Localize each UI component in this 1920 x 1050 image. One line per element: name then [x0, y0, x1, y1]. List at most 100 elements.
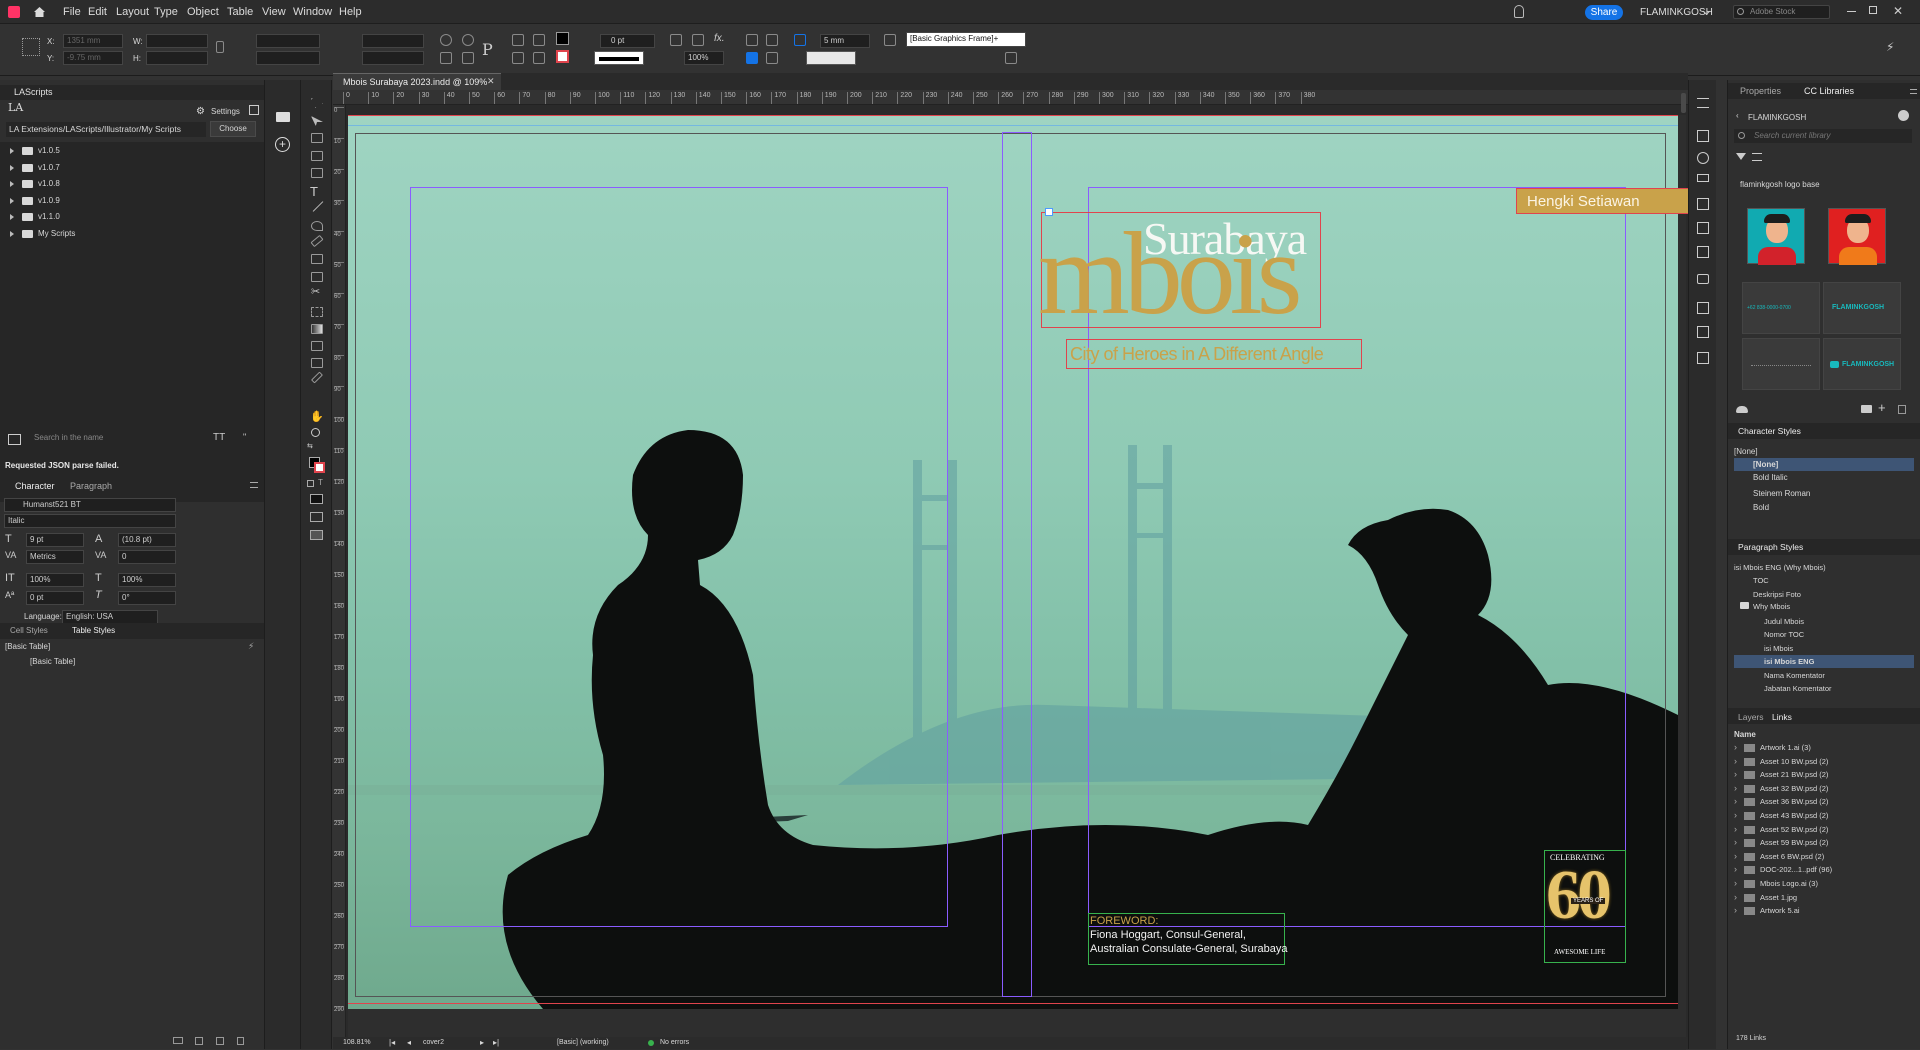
- swatches-panel-icon[interactable]: [1697, 246, 1709, 258]
- language-select[interactable]: English: USA: [62, 610, 158, 624]
- rotate-cw-icon[interactable]: [440, 34, 452, 46]
- menu-view[interactable]: View: [262, 6, 286, 18]
- grid-icon[interactable]: [746, 52, 758, 64]
- horizontal-ruler[interactable]: 0 10 20 30 40 50 60 70 80 90 100 110 120 130 140 150 160…: [333, 90, 1688, 105]
- document-tab[interactable]: Mbois Surabaya 2023.indd @ 109% ✕: [333, 73, 501, 90]
- folder-panel-icon[interactable]: [276, 112, 290, 122]
- skew-field[interactable]: 0°: [118, 591, 176, 605]
- panel-menu-icon[interactable]: [1910, 89, 1917, 94]
- expand-icon[interactable]: ›: [1734, 769, 1737, 779]
- paragraph-style-item[interactable]: isi Mbois ENG: [1764, 657, 1814, 666]
- menu-object[interactable]: Object: [187, 6, 219, 18]
- scale-x-field[interactable]: [256, 34, 320, 48]
- tab-properties[interactable]: Properties: [1740, 86, 1781, 96]
- text-wrap-icon[interactable]: [746, 34, 758, 46]
- distribute-icon[interactable]: [533, 34, 545, 46]
- expand-icon[interactable]: [10, 148, 14, 154]
- quick-apply-icon[interactable]: ⚡: [248, 641, 254, 652]
- corner-size-field[interactable]: 5 mm: [820, 34, 870, 48]
- folder-item[interactable]: v1.0.9: [38, 196, 60, 205]
- gap-tool-icon[interactable]: [311, 151, 323, 161]
- character-style-item[interactable]: Bold: [1753, 503, 1769, 512]
- lightbulb-icon[interactable]: [1514, 5, 1524, 18]
- effects-panel-icon[interactable]: [1697, 326, 1709, 338]
- paragraph-style-item[interactable]: Judul Mbois: [1764, 617, 1804, 626]
- apply-color-icon[interactable]: [310, 494, 323, 504]
- rotate-ccw-icon[interactable]: [462, 34, 474, 46]
- paragraph-style-item[interactable]: Deskripsi Foto: [1753, 590, 1801, 599]
- expand-icon[interactable]: ›: [1734, 796, 1737, 806]
- scissors-tool-icon[interactable]: ✂: [311, 285, 320, 298]
- paragraph-style-item[interactable]: Nama Komentator: [1764, 671, 1825, 680]
- menu-type[interactable]: Type: [154, 6, 178, 18]
- eyedropper-tool-icon[interactable]: [310, 371, 324, 384]
- gradient-feather-tool-icon[interactable]: [311, 341, 323, 351]
- link-row[interactable]: › Artwork 1.ai (3): [1728, 742, 1920, 755]
- opacity-field[interactable]: 100%: [684, 51, 724, 65]
- vertical-ruler[interactable]: 0 10 20 30 40 50 60 70 80 90 100 110 120 130 140 150 160…: [333, 105, 346, 1049]
- vertical-scrollbar[interactable]: [1681, 93, 1686, 113]
- w-field[interactable]: [146, 34, 208, 48]
- character-style-item[interactable]: Bold Italic: [1753, 473, 1788, 482]
- link-row[interactable]: › Asset 10 BW.psd (2): [1728, 756, 1920, 769]
- rectangle-tool-icon[interactable]: [311, 272, 323, 282]
- avatar-red-thumbnail[interactable]: [1828, 208, 1886, 265]
- gear-icon[interactable]: ⚙: [196, 106, 205, 117]
- clear-overrides-icon[interactable]: [1005, 52, 1017, 64]
- expand-icon[interactable]: [10, 198, 14, 204]
- expand-icon[interactable]: ›: [1734, 905, 1737, 915]
- scale-y-field[interactable]: [256, 51, 320, 65]
- link-row[interactable]: › Asset 6 BW.psd (2): [1728, 851, 1920, 864]
- expand-icon[interactable]: [10, 231, 14, 237]
- selection-tool-icon[interactable]: [311, 98, 323, 108]
- menu-window[interactable]: Window: [293, 6, 332, 18]
- align-center-icon[interactable]: [512, 52, 524, 64]
- first-page-icon[interactable]: |◂: [389, 1038, 395, 1047]
- expand-icon[interactable]: ›: [1734, 783, 1737, 793]
- zoom-tool-icon[interactable]: [311, 428, 320, 437]
- text-size-icon[interactable]: TT: [213, 432, 225, 443]
- folder-item[interactable]: v1.0.7: [38, 163, 60, 172]
- expand-icon[interactable]: [10, 165, 14, 171]
- paragraph-style-item[interactable]: isi Mbois: [1764, 644, 1793, 653]
- expand-icon[interactable]: ›: [1734, 810, 1737, 820]
- choose-button[interactable]: Choose: [210, 121, 256, 137]
- expand-icon[interactable]: ›: [1734, 851, 1737, 861]
- stroke-color-icon[interactable]: [314, 462, 325, 473]
- link-row[interactable]: › Mbois Logo.ai (3): [1728, 878, 1920, 891]
- shear-field[interactable]: [362, 51, 424, 65]
- close-icon[interactable]: ✕: [1893, 4, 1903, 18]
- rectangle-frame-tool-icon[interactable]: [311, 254, 323, 264]
- paragraph-style-group[interactable]: Why Mbois: [1753, 602, 1790, 611]
- tab-table-styles[interactable]: Table Styles: [72, 626, 115, 635]
- stock-search-input[interactable]: Adobe Stock: [1733, 5, 1830, 19]
- object-style-select[interactable]: [Basic Graphics Frame]+: [906, 32, 1026, 47]
- hand-tool-icon[interactable]: ✋: [310, 410, 324, 423]
- link-row[interactable]: › Artwork 5.ai: [1728, 905, 1920, 918]
- article-panel-icon[interactable]: [1697, 352, 1709, 364]
- last-page-icon[interactable]: ▸|: [493, 1038, 499, 1047]
- zoom-level[interactable]: 108.81%: [343, 1039, 371, 1046]
- grid-2-icon[interactable]: [766, 52, 778, 64]
- share-button[interactable]: Share: [1585, 5, 1623, 20]
- add-item-icon[interactable]: +: [1878, 400, 1886, 415]
- tab-paragraph[interactable]: Paragraph: [70, 481, 112, 491]
- paragraph-style-item[interactable]: Jabatan Komentator: [1764, 684, 1832, 693]
- y-field[interactable]: -9.75 mm: [63, 51, 123, 65]
- anchor-icon[interactable]: [1045, 208, 1053, 216]
- vertical-scale-field[interactable]: 100%: [26, 573, 84, 587]
- folder-item[interactable]: v1.0.8: [38, 179, 60, 188]
- text-wrap-2-icon[interactable]: [766, 34, 778, 46]
- object-style-icon[interactable]: [884, 34, 896, 46]
- link-row[interactable]: › Asset 43 BW.psd (2): [1728, 810, 1920, 823]
- x-field[interactable]: 1351 mm: [63, 34, 123, 48]
- minimize-icon[interactable]: [1847, 11, 1856, 12]
- font-size-field[interactable]: 9 pt: [26, 533, 84, 547]
- library-info-icon[interactable]: [1898, 110, 1909, 121]
- paragraph-styles-title[interactable]: Paragraph Styles: [1738, 542, 1803, 552]
- link-row[interactable]: › Asset 59 BW.psd (2): [1728, 837, 1920, 850]
- preflight-profile[interactable]: [Basic] (working): [557, 1039, 609, 1046]
- flaminkgosh-youtube-thumbnail[interactable]: FLAMINKGOSH: [1823, 338, 1901, 390]
- link-row[interactable]: › Asset 32 BW.psd (2): [1728, 783, 1920, 796]
- layers-panel-icon[interactable]: [1697, 152, 1709, 164]
